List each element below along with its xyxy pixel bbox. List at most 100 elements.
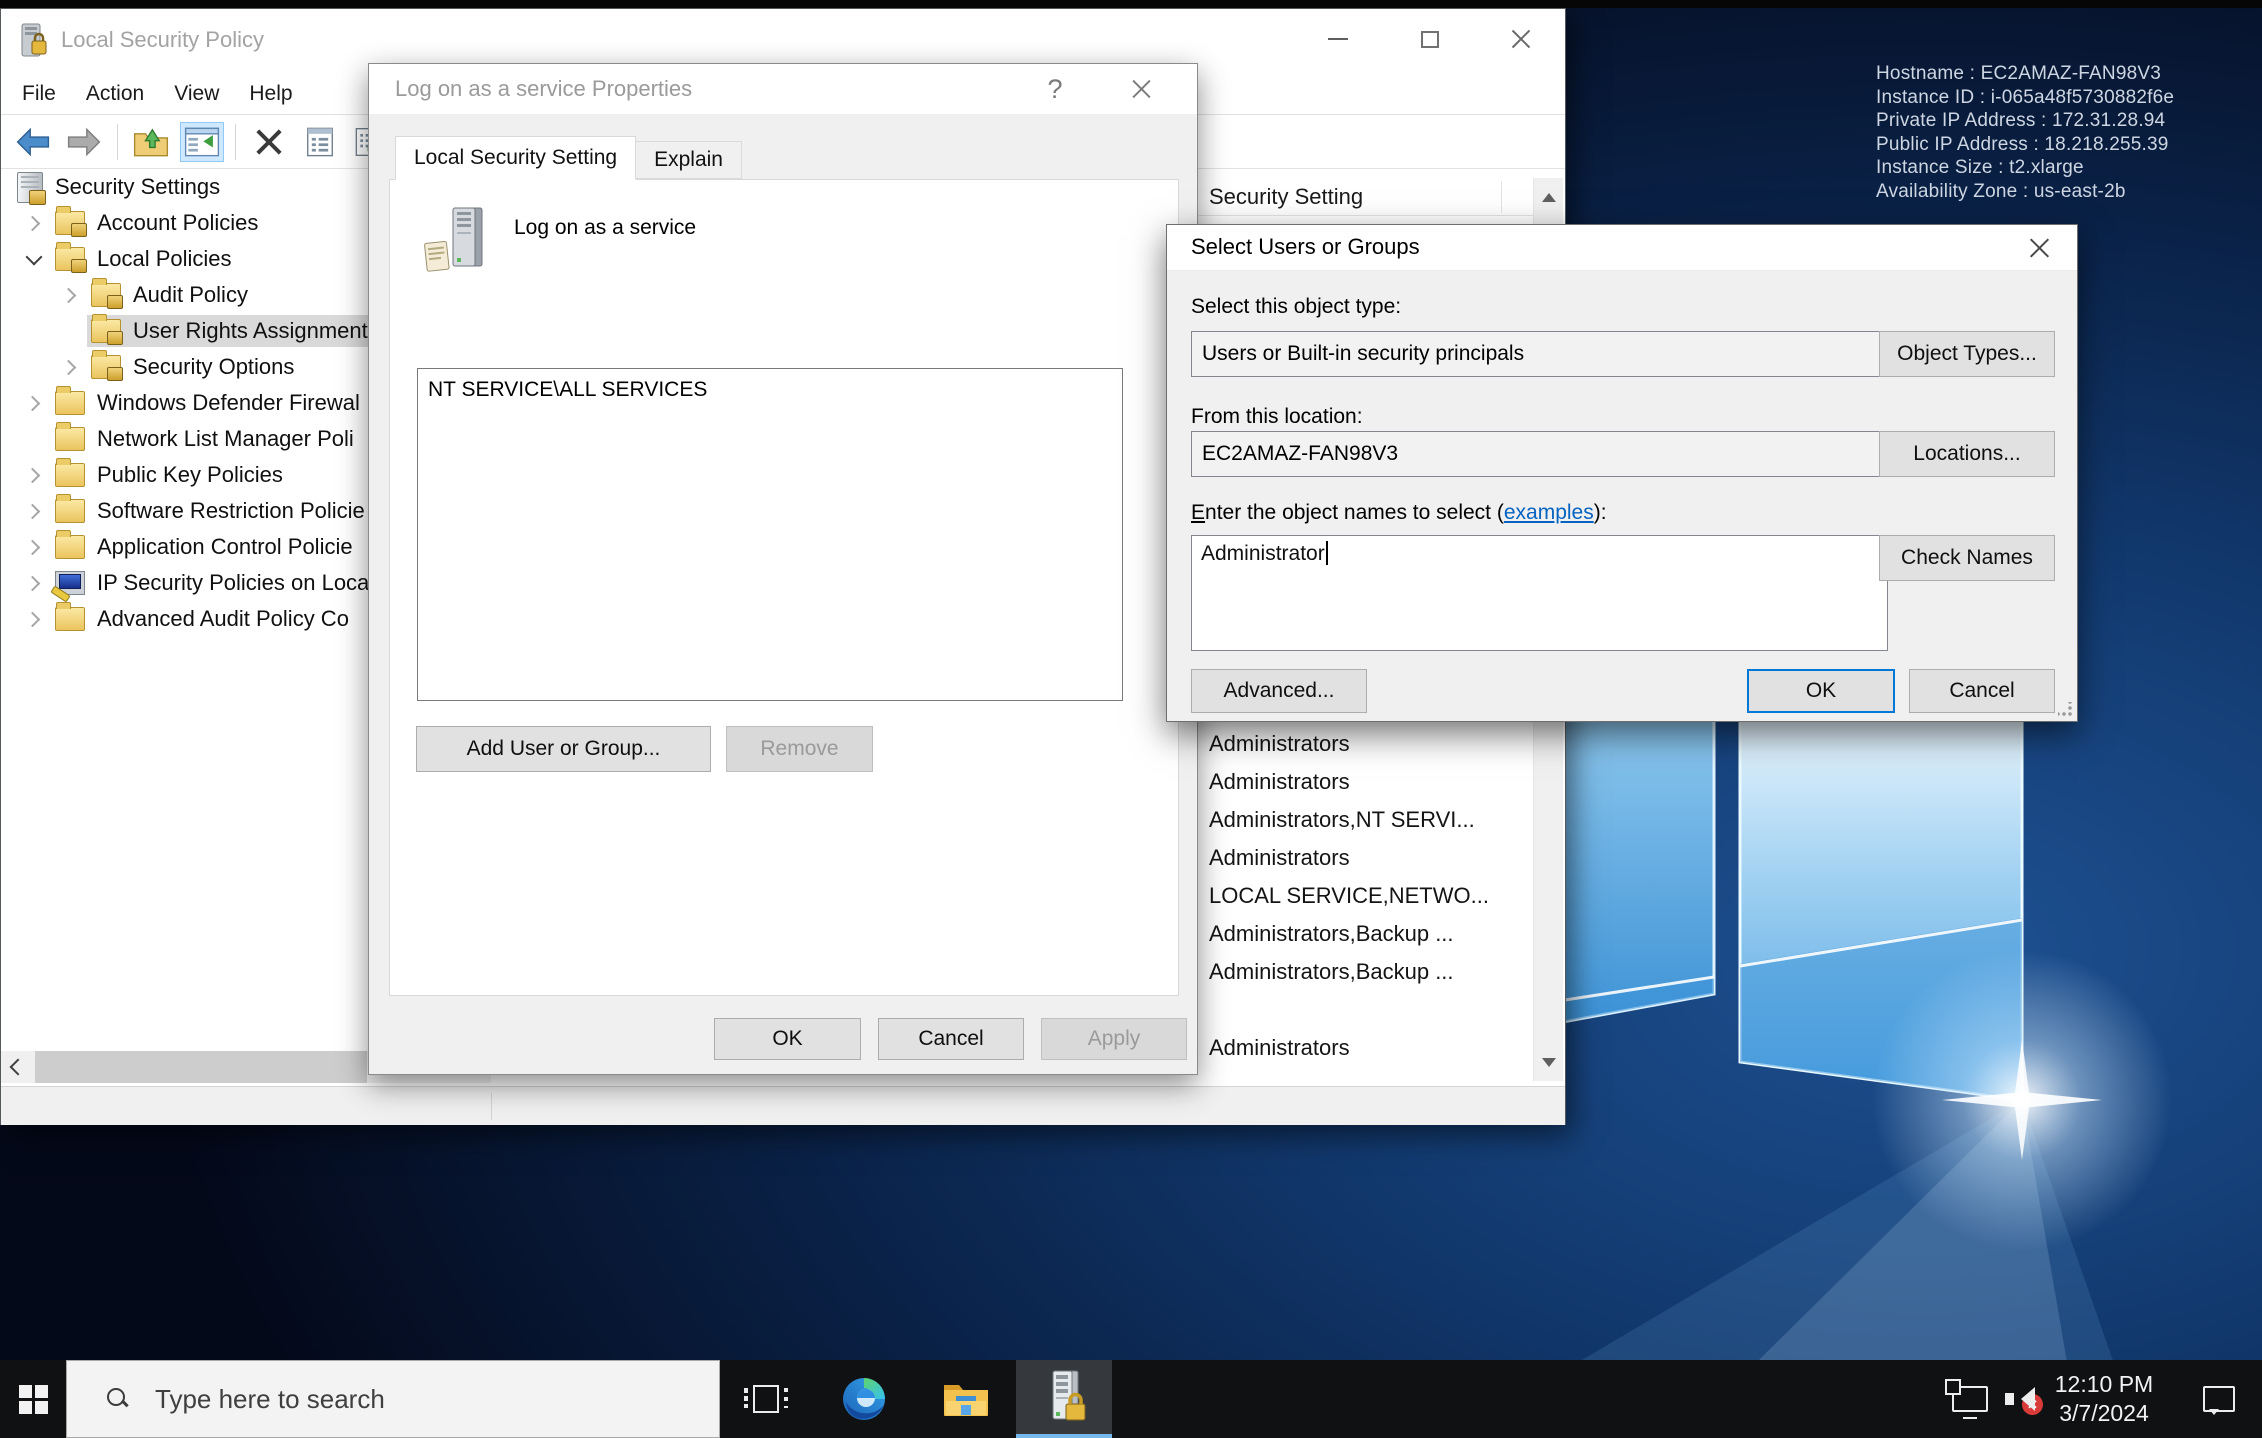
menu-view[interactable]: View bbox=[159, 73, 234, 114]
server-lock-icon bbox=[17, 172, 43, 203]
taskbar-search[interactable]: Type here to search bbox=[66, 1360, 720, 1438]
list-item[interactable]: Administrators,NT SERVI... bbox=[1209, 801, 1529, 839]
from-location-label: From this location: bbox=[1191, 405, 1363, 429]
task-view-button[interactable] bbox=[730, 1360, 802, 1438]
minimize-button[interactable] bbox=[1307, 9, 1369, 69]
edge-button[interactable] bbox=[828, 1360, 900, 1438]
scroll-up-icon[interactable] bbox=[1534, 178, 1564, 216]
remove-button: Remove bbox=[726, 726, 873, 772]
scroll-down-icon[interactable] bbox=[1534, 1043, 1564, 1081]
member-item[interactable]: NT SERVICE\ALL SERVICES bbox=[428, 375, 1112, 405]
export-icon[interactable] bbox=[129, 122, 173, 162]
show-console-tree-icon[interactable] bbox=[180, 122, 224, 162]
chevron-right-icon[interactable] bbox=[17, 385, 51, 421]
volume-muted-icon bbox=[2005, 1385, 2035, 1413]
menu-file[interactable]: File bbox=[7, 73, 71, 114]
local-security-policy-taskbar-button[interactable] bbox=[1016, 1360, 1112, 1438]
maximize-icon bbox=[1421, 31, 1439, 48]
list-item[interactable]: Administrators bbox=[1209, 725, 1529, 763]
list-item[interactable]: Administrators bbox=[1209, 763, 1529, 801]
back-icon[interactable] bbox=[11, 122, 55, 162]
apply-button: Apply bbox=[1041, 1018, 1187, 1060]
dialog-titlebar[interactable]: Select Users or Groups bbox=[1167, 225, 2077, 271]
action-center-button[interactable] bbox=[2186, 1360, 2252, 1438]
advanced-button[interactable]: Advanced... bbox=[1191, 669, 1367, 713]
object-types-button[interactable]: Object Types... bbox=[1879, 331, 2055, 377]
clock-date: 3/7/2024 bbox=[2059, 1399, 2149, 1428]
column-separator[interactable] bbox=[1501, 181, 1502, 213]
minimize-icon bbox=[1328, 38, 1348, 40]
chevron-down-icon[interactable] bbox=[17, 241, 51, 277]
toolbar-separator bbox=[235, 124, 236, 160]
text-caret bbox=[1326, 541, 1328, 565]
cancel-button[interactable]: Cancel bbox=[1909, 669, 2055, 713]
list-item[interactable]: Administrators bbox=[1209, 1029, 1529, 1067]
object-names-label: Enter the object names to select (exampl… bbox=[1191, 501, 1607, 525]
forward-icon[interactable] bbox=[62, 122, 106, 162]
select-users-or-groups-dialog: Select Users or Groups Select this objec… bbox=[1166, 224, 2078, 722]
examples-link[interactable]: examples bbox=[1504, 501, 1594, 524]
scroll-left-icon[interactable] bbox=[1, 1051, 31, 1083]
close-icon bbox=[1510, 28, 1532, 50]
delete-icon[interactable] bbox=[247, 122, 291, 162]
ok-button[interactable]: OK bbox=[714, 1018, 861, 1060]
volume-tray-button[interactable] bbox=[1994, 1360, 2046, 1438]
file-explorer-button[interactable] bbox=[930, 1360, 1002, 1438]
list-item[interactable] bbox=[1209, 991, 1529, 1029]
resize-grip[interactable] bbox=[2058, 702, 2072, 716]
chevron-right-icon[interactable] bbox=[53, 277, 87, 313]
chevron-right-icon[interactable] bbox=[17, 493, 51, 529]
search-placeholder: Type here to search bbox=[155, 1384, 385, 1415]
list-item[interactable]: LOCAL SERVICE,NETWO... bbox=[1209, 877, 1529, 915]
search-icon bbox=[107, 1388, 129, 1410]
expander-spacer bbox=[53, 313, 87, 349]
list-item[interactable]: Administrators,Backup ... bbox=[1209, 953, 1529, 991]
dialog-titlebar[interactable]: Log on as a service Properties ? bbox=[369, 64, 1197, 114]
list-item[interactable]: Administrators bbox=[1209, 839, 1529, 877]
ec2-availability-zone: Availability Zone : us-east-2b bbox=[1876, 180, 2174, 204]
edge-icon bbox=[840, 1375, 888, 1423]
chevron-right-icon[interactable] bbox=[17, 601, 51, 637]
close-button[interactable] bbox=[1111, 64, 1171, 114]
add-user-or-group-button[interactable]: Add User or Group... bbox=[416, 726, 711, 772]
close-button[interactable] bbox=[1490, 9, 1552, 69]
maximize-button[interactable] bbox=[1399, 9, 1461, 69]
list-icon[interactable] bbox=[298, 122, 342, 162]
ipsec-icon bbox=[55, 571, 85, 595]
menu-action[interactable]: Action bbox=[71, 73, 159, 114]
policy-icon bbox=[420, 206, 498, 278]
tab-local-security-setting[interactable]: Local Security Setting bbox=[395, 136, 636, 180]
check-names-button[interactable]: Check Names bbox=[1879, 535, 2055, 581]
menu-help[interactable]: Help bbox=[234, 73, 307, 114]
chevron-right-icon[interactable] bbox=[17, 529, 51, 565]
object-type-field: Users or Built-in security principals bbox=[1191, 331, 1888, 377]
close-button[interactable] bbox=[2011, 225, 2067, 271]
cancel-button[interactable]: Cancel bbox=[878, 1018, 1024, 1060]
list-item[interactable]: Administrators,Backup ... bbox=[1209, 915, 1529, 953]
tab-explain[interactable]: Explain bbox=[636, 141, 742, 179]
network-tray-button[interactable] bbox=[1944, 1360, 1996, 1438]
taskbar-clock[interactable]: 12:10 PM 3/7/2024 bbox=[2042, 1360, 2166, 1438]
object-names-input[interactable]: Administrator bbox=[1191, 535, 1888, 651]
chevron-right-icon[interactable] bbox=[17, 457, 51, 493]
scrollbar-thumb[interactable] bbox=[35, 1051, 367, 1083]
chevron-right-icon[interactable] bbox=[17, 205, 51, 241]
ec2-instance-info: Hostname : EC2AMAZ-FAN98V3 Instance ID :… bbox=[1876, 62, 2174, 203]
expander-spacer bbox=[17, 421, 51, 457]
ok-button[interactable]: OK bbox=[1747, 669, 1895, 713]
chevron-right-icon[interactable] bbox=[17, 565, 51, 601]
start-button[interactable] bbox=[0, 1360, 66, 1438]
column-header-security-setting[interactable]: Security Setting bbox=[1209, 178, 1363, 216]
members-list[interactable]: NT SERVICE\ALL SERVICES bbox=[417, 368, 1123, 701]
local-security-setting-panel: Log on as a service NT SERVICE\ALL SERVI… bbox=[389, 179, 1179, 996]
object-names-label-suffix: ): bbox=[1594, 501, 1607, 524]
folder-icon bbox=[55, 499, 85, 523]
locations-button[interactable]: Locations... bbox=[1879, 431, 2055, 477]
close-icon bbox=[1130, 78, 1153, 101]
help-icon[interactable]: ? bbox=[1029, 64, 1081, 114]
ec2-instance-id: Instance ID : i-065a48f5730882f6e bbox=[1876, 86, 2174, 110]
policy-name: Log on as a service bbox=[514, 216, 696, 240]
folder-lock-icon bbox=[91, 355, 121, 379]
chevron-right-icon[interactable] bbox=[53, 349, 87, 385]
network-icon bbox=[1952, 1386, 1988, 1412]
